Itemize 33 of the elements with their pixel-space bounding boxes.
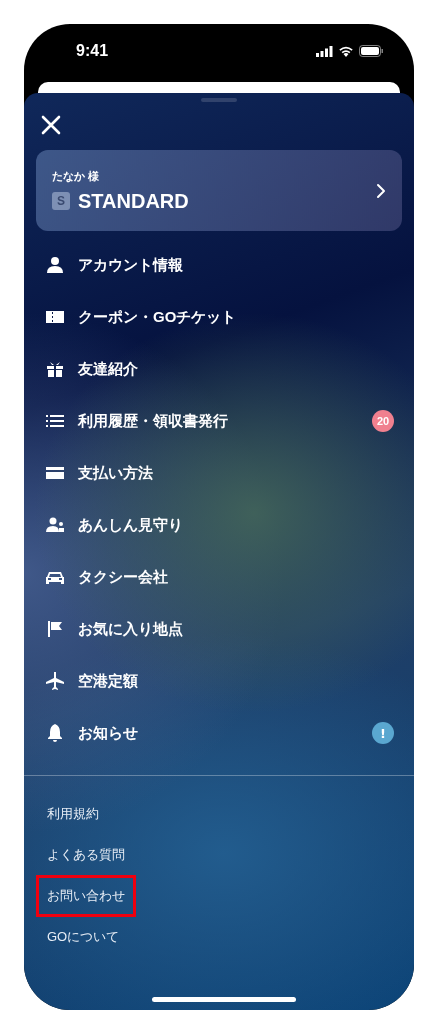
- menu-item-icon: [45, 723, 65, 743]
- menu-item-icon: [45, 619, 65, 639]
- close-button[interactable]: [40, 114, 62, 136]
- chevron-icon: [376, 182, 386, 199]
- menu-item[interactable]: 支払い方法: [24, 447, 414, 499]
- status-time: 9:41: [76, 42, 109, 60]
- alert-badge: !: [372, 722, 394, 744]
- menu-item-icon: [45, 515, 65, 535]
- battery-icon: [359, 45, 384, 57]
- menu-item[interactable]: お知らせ !: [24, 707, 414, 759]
- footer-link[interactable]: よくある質問: [36, 833, 136, 876]
- menu-item[interactable]: アカウント情報: [24, 239, 414, 291]
- footer-link[interactable]: 利用規約: [36, 792, 110, 835]
- menu-item[interactable]: あんしん見守り: [24, 499, 414, 551]
- signal-icon: [316, 45, 333, 57]
- footer-link[interactable]: お問い合わせ: [36, 874, 136, 917]
- menu-item[interactable]: お気に入り地点: [24, 603, 414, 655]
- rank-label: STANDARD: [78, 189, 189, 213]
- sheet-handle[interactable]: [201, 98, 237, 102]
- menu-item[interactable]: タクシー会社: [24, 551, 414, 603]
- member-card[interactable]: たなか 様 S STANDARD: [36, 150, 402, 231]
- count-badge: 20: [372, 410, 394, 432]
- menu-item[interactable]: 空港定額: [24, 655, 414, 707]
- footer-link[interactable]: GOについて: [36, 915, 131, 958]
- menu-item[interactable]: 利用履歴・領収書発行 20: [24, 395, 414, 447]
- menu-item[interactable]: 友達紹介: [24, 343, 414, 395]
- menu-item-icon: [45, 671, 65, 691]
- menu-item-icon: [45, 359, 65, 379]
- menu-item-icon: [45, 255, 65, 275]
- wifi-icon: [338, 45, 354, 57]
- menu-item[interactable]: クーポン・GOチケット: [24, 291, 414, 343]
- user-name: たなか 様: [52, 168, 101, 184]
- rank-icon: S: [52, 192, 70, 210]
